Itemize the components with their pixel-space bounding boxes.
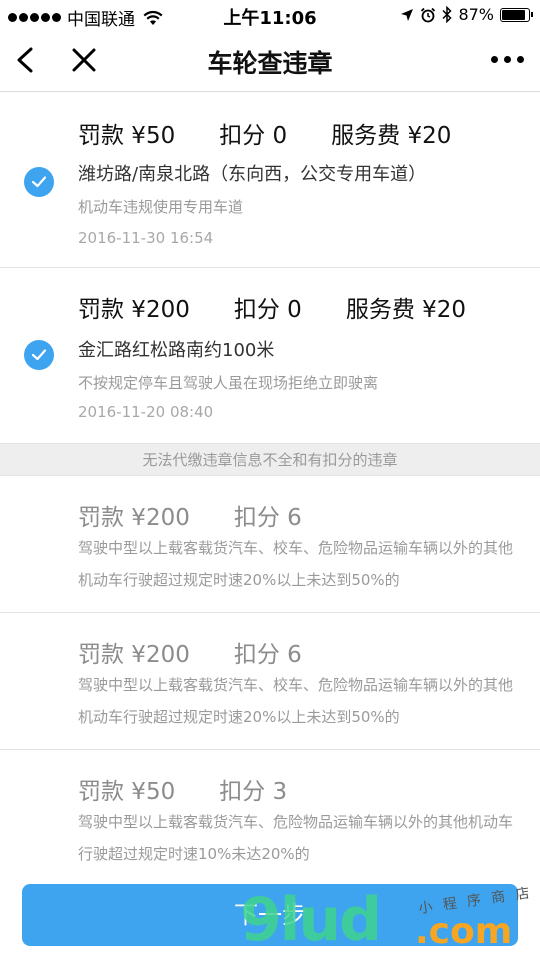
location-arrow-icon — [401, 8, 414, 21]
nav-bar: 车轮查违章 — [0, 30, 540, 92]
fine-amount: 罚款 ¥200 — [78, 642, 190, 668]
bluetooth-icon — [442, 6, 452, 23]
chevron-left-icon — [17, 47, 33, 73]
penalty-points: 扣分 3 — [219, 779, 288, 805]
violation-header: 罚款 ¥200 扣分 6 — [78, 635, 302, 669]
violation-item[interactable]: 罚款 ¥50 扣分 0 服务费 ¥20 潍坊路/南泉北路（东向西，公交专用车道） 机… — [0, 92, 540, 268]
violation-description: 不按规定停车且驾驶人虽在现场拒绝立即驶离 — [78, 374, 379, 392]
violation-description: 驾驶中型以上载客载货汽车、校车、危险物品运输车辆以外的其他机动车行驶超过规定时速… — [78, 539, 514, 589]
status-right: 87% — [400, 5, 533, 24]
violation-header: 罚款 ¥50 扣分 3 — [78, 772, 287, 806]
violation-description: 机动车违规使用专用车道 — [78, 198, 244, 216]
violation-item[interactable]: 罚款 ¥200 扣分 0 服务费 ¥20 金汇路红松路南约100米 不按规定停车且驾… — [0, 268, 540, 444]
next-step-button[interactable]: 下一步 — [22, 884, 518, 946]
battery-percent: 87% — [458, 5, 494, 24]
penalty-points: 扣分 6 — [233, 642, 302, 668]
penalty-points: 扣分 6 — [233, 505, 302, 531]
blocked-violation-item: 罚款 ¥200 扣分 6 驾驶中型以上载客载货汽车、校车、危险物品运输车辆以外的其… — [0, 613, 540, 750]
blocked-section-label: 无法代缴违章信息不全和有扣分的违章 — [0, 444, 540, 476]
violation-location: 潍坊路/南泉北路（东向西，公交专用车道） — [78, 164, 427, 185]
violation-date: 2016-11-30 16:54 — [78, 229, 214, 247]
battery-icon — [500, 7, 533, 22]
close-icon — [72, 48, 96, 72]
blocked-violation-item: 罚款 ¥200 扣分 6 驾驶中型以上载客载货汽车、校车、危险物品运输车辆以外的其… — [0, 476, 540, 613]
violation-location: 金汇路红松路南约100米 — [78, 340, 275, 361]
violation-description: 驾驶中型以上载客载货汽车、危险物品运输车辆以外的其他机动车行驶超过规定时速10%… — [78, 813, 514, 863]
fine-amount: 罚款 ¥50 — [78, 779, 176, 805]
close-button[interactable] — [70, 45, 98, 75]
violation-header: 罚款 ¥200 扣分 6 — [78, 498, 302, 532]
fine-amount: 罚款 ¥200 — [78, 297, 190, 323]
fine-amount: 罚款 ¥50 — [78, 123, 176, 149]
violation-list: 罚款 ¥50 扣分 0 服务费 ¥20 潍坊路/南泉北路（东向西，公交专用车道） 机… — [0, 92, 540, 887]
alarm-icon — [421, 7, 436, 22]
penalty-points: 扣分 0 — [219, 123, 288, 149]
violation-description: 驾驶中型以上载客载货汽车、校车、危险物品运输车辆以外的其他机动车行驶超过规定时速… — [78, 676, 514, 726]
penalty-points: 扣分 0 — [233, 297, 302, 323]
blocked-violation-item: 罚款 ¥50 扣分 3 驾驶中型以上载客载货汽车、危险物品运输车辆以外的其他机动车… — [0, 750, 540, 887]
violation-header: 罚款 ¥200 扣分 0 服务费 ¥20 — [78, 290, 466, 324]
fine-amount: 罚款 ¥200 — [78, 505, 190, 531]
back-button[interactable] — [12, 44, 42, 76]
more-dots-icon[interactable] — [491, 56, 524, 63]
service-fee: 服务费 ¥20 — [345, 297, 467, 323]
status-bar: 中国联通 上午11:06 87% — [0, 0, 540, 30]
check-circle-icon[interactable] — [24, 167, 54, 197]
service-fee: 服务费 ¥20 — [331, 123, 452, 149]
violation-header: 罚款 ¥50 扣分 0 服务费 ¥20 — [78, 116, 451, 150]
violation-date: 2016-11-20 08:40 — [78, 403, 214, 421]
battery-fill — [502, 9, 525, 20]
check-circle-icon[interactable] — [24, 340, 54, 370]
